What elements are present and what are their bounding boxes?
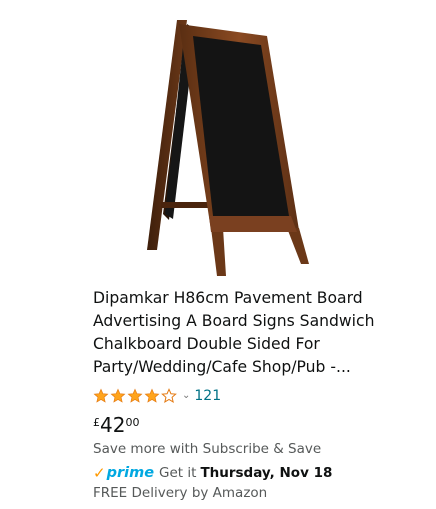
star-empty-icon xyxy=(161,388,177,403)
prime-label: prime xyxy=(106,465,155,481)
price[interactable]: £ 42 00 xyxy=(93,413,139,441)
product-title-line-2: Advertising A Board Signs Sandwich xyxy=(93,312,375,330)
prime-delivery-row: ✓ prime Get it Thursday, Nov 18 xyxy=(93,464,332,482)
prime-logo: ✓ prime xyxy=(93,464,154,482)
star-rating[interactable] xyxy=(93,388,178,404)
product-title[interactable]: Dipamkar H86cm Pavement Board Advertisin… xyxy=(93,287,423,379)
product-title-line-3: Chalkboard Double Sided For xyxy=(93,335,320,353)
product-card: Dipamkar H86cm Pavement Board Advertisin… xyxy=(0,0,436,509)
star-full-icon xyxy=(144,388,160,403)
price-whole: 42 xyxy=(100,413,126,437)
rating-row: ⌄ 121 xyxy=(93,386,221,406)
chevron-down-icon[interactable]: ⌄ xyxy=(182,391,190,401)
product-title-line-4: Party/Wedding/Cafe Shop/Pub -... xyxy=(93,358,351,376)
price-fraction: 00 xyxy=(125,416,140,429)
star-full-icon xyxy=(93,388,109,403)
delivery-date: Thursday, Nov 18 xyxy=(200,465,333,481)
prime-check-icon: ✓ xyxy=(93,464,106,482)
subscribe-save-text: Save more with Subscribe & Save xyxy=(93,441,322,457)
get-it-text: Get it xyxy=(159,465,197,481)
price-currency: £ xyxy=(93,416,100,429)
product-image[interactable] xyxy=(133,14,315,280)
free-delivery-text: FREE Delivery by Amazon xyxy=(93,485,268,501)
star-full-icon xyxy=(110,388,126,403)
review-count-link[interactable]: 121 xyxy=(194,388,221,404)
star-full-icon xyxy=(127,388,143,403)
product-title-line-1: Dipamkar H86cm Pavement Board xyxy=(93,289,363,307)
